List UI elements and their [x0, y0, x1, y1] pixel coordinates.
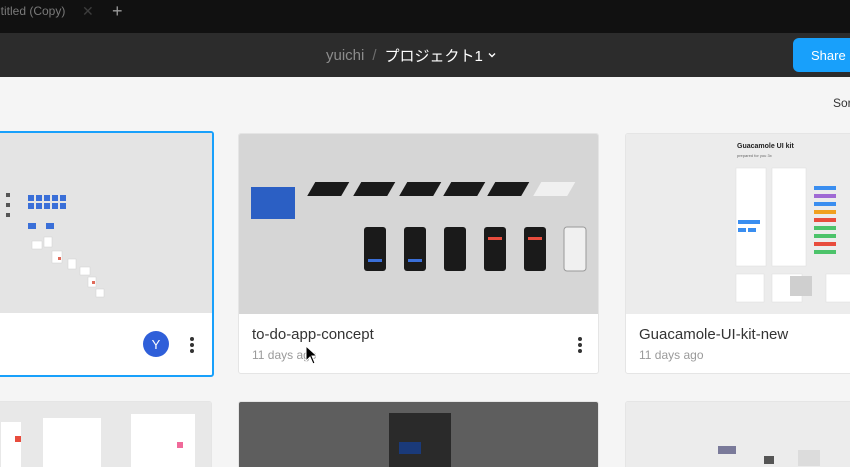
sort-dropdown[interactable]: Sor — [833, 96, 850, 110]
file-date: 11 days ago — [639, 348, 704, 362]
file-card[interactable]: to-do-app-concept 11 days ago — [238, 133, 599, 374]
breadcrumb-user[interactable]: yuichi — [326, 47, 364, 64]
thumbnail-art — [1, 414, 195, 467]
file-title: to-do-app-concept — [252, 326, 374, 343]
file-card[interactable] — [625, 401, 850, 467]
breadcrumb-project[interactable]: プロジェクト1 — [385, 45, 483, 66]
thumbnail-art — [6, 193, 105, 298]
file-tab[interactable]: ititled (Copy) ✕ — [0, 0, 108, 33]
add-tab-icon[interactable]: + — [112, 1, 123, 22]
file-card[interactable] — [238, 401, 599, 467]
mouse-cursor-icon — [305, 345, 319, 365]
avatar[interactable]: Y — [143, 331, 169, 357]
file-card[interactable]: Guacamole UI kit prepared for you 3x Gua… — [625, 133, 850, 374]
close-icon[interactable]: ✕ — [82, 3, 94, 20]
file-thumbnail — [0, 402, 211, 467]
thumbnail-subheading: prepared for you 3x — [737, 153, 772, 158]
file-card[interactable] — [0, 401, 212, 467]
thumbnail-art — [389, 413, 451, 467]
more-options-icon[interactable] — [184, 335, 200, 355]
thumbnail-art — [718, 446, 820, 466]
file-thumbnail — [239, 402, 598, 467]
file-tab-label: ititled (Copy) — [0, 4, 66, 18]
thumbnail-heading: Guacamole UI kit — [737, 143, 794, 150]
breadcrumb-separator: / — [372, 46, 377, 64]
file-thumbnail — [239, 134, 598, 314]
breadcrumb: yuichi / プロジェクト1 — [326, 33, 497, 77]
thumbnail-art — [735, 167, 850, 303]
file-title: Guacamole-UI-kit-new — [639, 326, 789, 343]
tab-strip: ititled (Copy) ✕ + — [0, 0, 850, 33]
more-options-icon[interactable] — [572, 335, 588, 355]
file-thumbnail — [626, 402, 850, 467]
file-card[interactable]: Y — [0, 131, 214, 377]
project-header: yuichi / プロジェクト1 Share — [0, 33, 850, 77]
share-button[interactable]: Share — [793, 38, 850, 72]
file-thumbnail: Guacamole UI kit prepared for you 3x — [626, 134, 850, 314]
file-thumbnail — [0, 133, 212, 313]
chevron-down-icon[interactable] — [487, 50, 497, 60]
thumbnail-art — [251, 182, 587, 272]
